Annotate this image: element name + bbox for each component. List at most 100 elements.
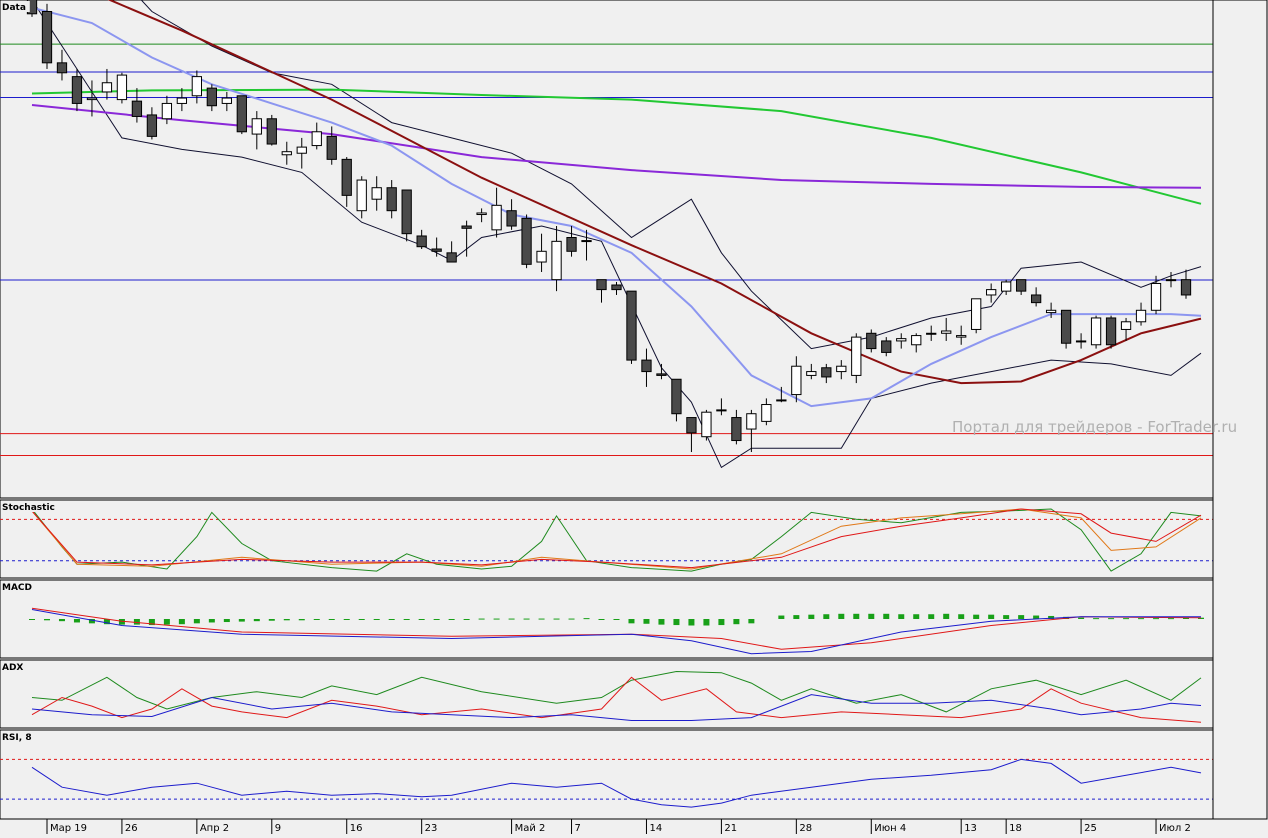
macd-bar	[673, 619, 680, 626]
candle	[266, 114, 277, 146]
macd-bar	[703, 619, 710, 626]
candle-body	[221, 97, 232, 104]
candle-body	[521, 217, 532, 265]
candle	[866, 329, 877, 353]
candle	[701, 409, 712, 441]
macd-bar	[808, 614, 815, 619]
candle-body	[641, 359, 652, 373]
candle	[626, 290, 637, 364]
candle-body	[101, 82, 113, 93]
candle-body	[1015, 279, 1027, 292]
candle-body	[446, 252, 457, 263]
macd-bar	[58, 619, 65, 622]
candle-body	[191, 76, 203, 97]
candle	[41, 3, 53, 69]
time-tick-label: 13	[964, 823, 977, 834]
pane-title-rsi: RSI, 8	[1, 731, 43, 743]
macd-bar	[1168, 618, 1175, 620]
candle-body	[146, 114, 158, 137]
time-tick-label: Апр 2	[200, 823, 229, 834]
macd-bar	[358, 619, 365, 620]
candle	[1090, 315, 1102, 349]
candle-body	[266, 118, 277, 145]
pane-frame	[0, 499, 1214, 579]
candle-body	[431, 248, 442, 252]
macd-bar	[1078, 617, 1085, 619]
candle-body	[1120, 321, 1132, 330]
macd-bar	[1018, 615, 1025, 619]
macd-bar	[913, 614, 920, 619]
macd-bar	[868, 613, 875, 619]
candle-body	[986, 289, 997, 296]
candle-body	[836, 365, 847, 373]
macd-bar	[283, 619, 290, 621]
watermark: Портал для трейдеров - ForTrader.ru	[952, 418, 1238, 436]
candle-body	[701, 411, 712, 438]
time-tick-label: 21	[724, 823, 737, 834]
candle	[971, 298, 982, 334]
candle-body	[686, 417, 697, 434]
macd-bar	[343, 619, 350, 620]
macd-bar	[718, 619, 725, 626]
candle-body	[176, 97, 188, 104]
macd-bar	[43, 619, 50, 621]
pane-title: RSI, 8	[2, 733, 32, 743]
macd-bar	[418, 619, 425, 620]
macd-bar	[688, 619, 695, 626]
candle-body	[626, 290, 637, 361]
macd-bar	[658, 619, 665, 625]
candle-body	[506, 210, 517, 227]
candle-body	[416, 235, 427, 248]
macd-bar	[568, 618, 575, 620]
macd-bar	[193, 619, 200, 624]
candle-body	[746, 413, 757, 430]
macd-bar	[328, 619, 335, 620]
candle-body	[476, 212, 487, 216]
candle-body	[761, 404, 772, 422]
macd-bar	[478, 618, 485, 620]
candle-body	[881, 340, 892, 353]
candle-body	[536, 250, 547, 263]
time-tick-label: Июн 4	[874, 823, 906, 834]
candle-body	[236, 95, 247, 133]
candle-body	[71, 76, 83, 104]
macd-bar	[793, 615, 800, 619]
candle-body	[971, 298, 982, 330]
macd-bar	[403, 619, 410, 620]
chart-svg: 175.00190.24186.61183.28159.46139.40136.…	[0, 0, 1268, 834]
price-axis	[1212, 0, 1268, 820]
candle-body	[1135, 309, 1147, 323]
candle-body	[656, 373, 667, 376]
time-tick-label: 26	[125, 823, 138, 834]
macd-bar	[1123, 618, 1130, 620]
macd-bar	[493, 618, 500, 620]
macd-bar	[313, 619, 320, 620]
macd-bar	[823, 614, 830, 619]
candle-body	[731, 417, 742, 442]
candle-body	[806, 371, 817, 376]
candle	[1105, 315, 1117, 349]
candle-body	[866, 332, 877, 350]
candle-body	[911, 335, 922, 346]
candle-body	[851, 336, 862, 376]
candle-body	[1180, 279, 1192, 296]
candle-body	[161, 102, 173, 120]
time-tick-label: 7	[575, 823, 581, 834]
candle	[236, 95, 247, 135]
macd-bar	[643, 619, 650, 624]
candle	[521, 214, 532, 269]
pane-title: Stochastic	[2, 503, 55, 513]
time-tick-label: Июл 2	[1159, 823, 1191, 834]
candle-body	[956, 335, 967, 338]
candle-body	[596, 279, 607, 291]
macd-bar	[178, 619, 185, 625]
candle-body	[1105, 317, 1117, 346]
candle-body	[1030, 294, 1042, 304]
macd-bar	[883, 613, 890, 619]
candle	[851, 333, 862, 384]
candle-body	[791, 365, 802, 396]
candle-body	[326, 135, 337, 160]
macd-bar	[163, 619, 170, 625]
candle-body	[281, 151, 292, 156]
pane-title-stochastic: Stochastic	[1, 501, 67, 513]
